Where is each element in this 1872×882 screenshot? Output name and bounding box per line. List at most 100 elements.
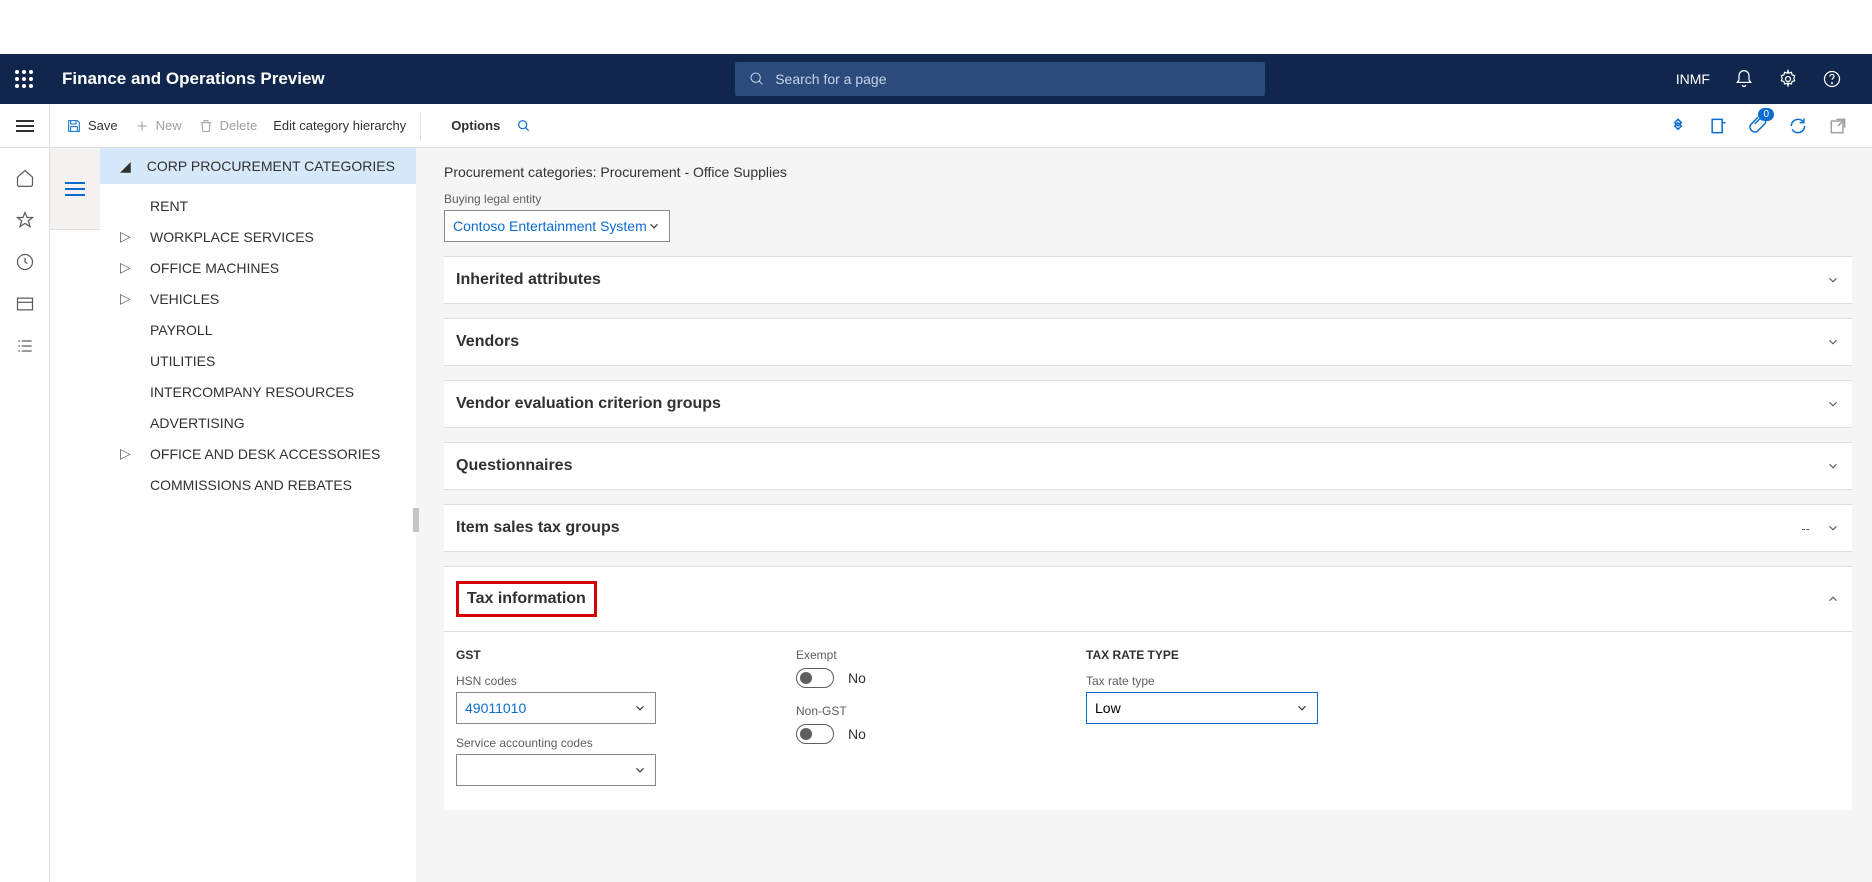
legal-entity-label: Buying legal entity bbox=[444, 192, 1852, 206]
section-label: Questionnaires bbox=[456, 457, 572, 475]
section-label: Item sales tax groups bbox=[456, 519, 620, 537]
options-label: Options bbox=[451, 118, 500, 133]
section-item-sales-tax[interactable]: Item sales tax groups -- bbox=[444, 504, 1852, 552]
tree-item[interactable]: RENT bbox=[100, 190, 416, 221]
attachment-badge: 0 bbox=[1758, 108, 1774, 121]
chevron-down-icon bbox=[1826, 459, 1840, 473]
gst-group-label: GST bbox=[456, 648, 726, 662]
expand-icon[interactable]: ▷ bbox=[120, 259, 144, 276]
ratetype-label: Tax rate type bbox=[1086, 674, 1318, 688]
splitter-handle[interactable] bbox=[413, 508, 419, 532]
diamond-icon[interactable] bbox=[1668, 116, 1688, 136]
popout-icon[interactable] bbox=[1828, 116, 1848, 136]
tree-item[interactable]: ▷VEHICLES bbox=[100, 283, 416, 314]
sac-label: Service accounting codes bbox=[456, 736, 726, 750]
tax-rate-type-dropdown[interactable]: Low bbox=[1086, 692, 1318, 724]
section-vendor-evaluation[interactable]: Vendor evaluation criterion groups bbox=[444, 380, 1852, 428]
section-label: Vendor evaluation criterion groups bbox=[456, 395, 721, 413]
delete-button[interactable]: Delete bbox=[198, 118, 258, 134]
chevron-down-icon bbox=[633, 701, 647, 715]
chevron-down-icon bbox=[1826, 335, 1840, 349]
new-label: New bbox=[156, 118, 182, 133]
tree-item[interactable]: ▷OFFICE MACHINES bbox=[100, 252, 416, 283]
tree-item[interactable]: ▷WORKPLACE SERVICES bbox=[100, 221, 416, 252]
ratetype-value: Low bbox=[1095, 700, 1121, 716]
hsn-label: HSN codes bbox=[456, 674, 726, 688]
app-title: Finance and Operations Preview bbox=[62, 69, 325, 89]
collapse-icon: ◢ bbox=[120, 158, 131, 175]
nongst-value: No bbox=[848, 726, 866, 742]
chevron-down-icon bbox=[633, 763, 647, 777]
settings-icon[interactable] bbox=[1778, 69, 1798, 89]
legal-entity-dropdown[interactable]: Contoso Entertainment System bbox=[444, 210, 670, 242]
section-label: Tax information bbox=[467, 590, 586, 607]
exempt-toggle[interactable] bbox=[796, 668, 834, 688]
search-box[interactable]: Search for a page bbox=[735, 62, 1265, 96]
tree-item-label: PAYROLL bbox=[144, 322, 213, 338]
tree-item[interactable]: ADVERTISING bbox=[100, 407, 416, 438]
new-button[interactable]: New bbox=[134, 118, 182, 134]
section-questionnaires[interactable]: Questionnaires bbox=[444, 442, 1852, 490]
legal-entity-value: Contoso Entertainment System bbox=[453, 218, 647, 234]
tree-item[interactable]: PAYROLL bbox=[100, 314, 416, 345]
chevron-up-icon bbox=[1826, 592, 1840, 606]
save-button[interactable]: Save bbox=[66, 118, 118, 134]
tree-item-label: VEHICLES bbox=[144, 291, 219, 307]
workspaces-icon[interactable] bbox=[15, 294, 35, 314]
expand-icon[interactable]: ▷ bbox=[120, 445, 144, 462]
tree-item-label: OFFICE MACHINES bbox=[144, 260, 279, 276]
app-launcher-icon[interactable] bbox=[0, 70, 48, 88]
tree-root[interactable]: ◢ CORP PROCUREMENT CATEGORIES bbox=[100, 148, 416, 184]
delete-label: Delete bbox=[220, 118, 258, 133]
chevron-down-icon bbox=[1826, 273, 1840, 287]
tree-item-label: UTILITIES bbox=[144, 353, 215, 369]
exempt-value: No bbox=[848, 670, 866, 686]
section-vendors[interactable]: Vendors bbox=[444, 318, 1852, 366]
section-label: Inherited attributes bbox=[456, 271, 601, 289]
chevron-down-icon bbox=[1826, 397, 1840, 411]
edit-hierarchy-button[interactable]: Edit category hierarchy bbox=[273, 118, 406, 133]
help-icon[interactable] bbox=[1822, 69, 1842, 89]
search-icon bbox=[749, 71, 765, 87]
sac-dropdown[interactable] bbox=[456, 754, 656, 786]
chevron-down-icon bbox=[1826, 521, 1840, 535]
tree-item-label: COMMISSIONS AND REBATES bbox=[144, 477, 352, 493]
sidepane-toggle[interactable] bbox=[50, 148, 100, 230]
search-placeholder: Search for a page bbox=[775, 71, 886, 87]
save-label: Save bbox=[88, 118, 118, 133]
tree-item[interactable]: COMMISSIONS AND REBATES bbox=[100, 469, 416, 500]
tree-root-label: CORP PROCUREMENT CATEGORIES bbox=[147, 158, 395, 174]
office-icon[interactable] bbox=[1708, 116, 1728, 136]
tree-item[interactable]: UTILITIES bbox=[100, 345, 416, 376]
section-inherited-attributes[interactable]: Inherited attributes bbox=[444, 256, 1852, 304]
nongst-toggle[interactable] bbox=[796, 724, 834, 744]
options-button[interactable]: Options bbox=[451, 118, 500, 133]
expand-icon[interactable]: ▷ bbox=[120, 228, 144, 245]
tree-item-label: INTERCOMPANY RESOURCES bbox=[144, 384, 354, 400]
tree-item[interactable]: INTERCOMPANY RESOURCES bbox=[100, 376, 416, 407]
attachments-button[interactable]: 0 bbox=[1748, 114, 1768, 137]
company-code[interactable]: INMF bbox=[1676, 71, 1710, 87]
modules-icon[interactable] bbox=[15, 336, 35, 356]
nongst-label: Non-GST bbox=[796, 704, 1016, 718]
tree-item[interactable]: ▷OFFICE AND DESK ACCESSORIES bbox=[100, 438, 416, 469]
tree-item-label: WORKPLACE SERVICES bbox=[144, 229, 314, 245]
section-label: Vendors bbox=[456, 333, 519, 351]
tree-item-label: ADVERTISING bbox=[144, 415, 245, 431]
exempt-label: Exempt bbox=[796, 648, 1016, 662]
notification-icon[interactable] bbox=[1734, 69, 1754, 89]
chevron-down-icon bbox=[1295, 701, 1309, 715]
expand-icon[interactable]: ▷ bbox=[120, 290, 144, 307]
tree-item-label: RENT bbox=[144, 198, 188, 214]
refresh-icon[interactable] bbox=[1788, 116, 1808, 136]
page-title: Procurement categories: Procurement - Of… bbox=[444, 164, 1852, 180]
toolbar-search-button[interactable] bbox=[516, 118, 532, 134]
home-icon[interactable] bbox=[15, 168, 35, 188]
section-tax-information[interactable]: Tax information bbox=[444, 567, 1852, 631]
nav-toggle[interactable] bbox=[0, 104, 50, 147]
edit-hierarchy-label: Edit category hierarchy bbox=[273, 118, 406, 133]
favorites-icon[interactable] bbox=[15, 210, 35, 230]
ratetype-group-label: TAX RATE TYPE bbox=[1086, 648, 1318, 662]
recent-icon[interactable] bbox=[15, 252, 35, 272]
hsn-codes-dropdown[interactable]: 49011010 bbox=[456, 692, 656, 724]
